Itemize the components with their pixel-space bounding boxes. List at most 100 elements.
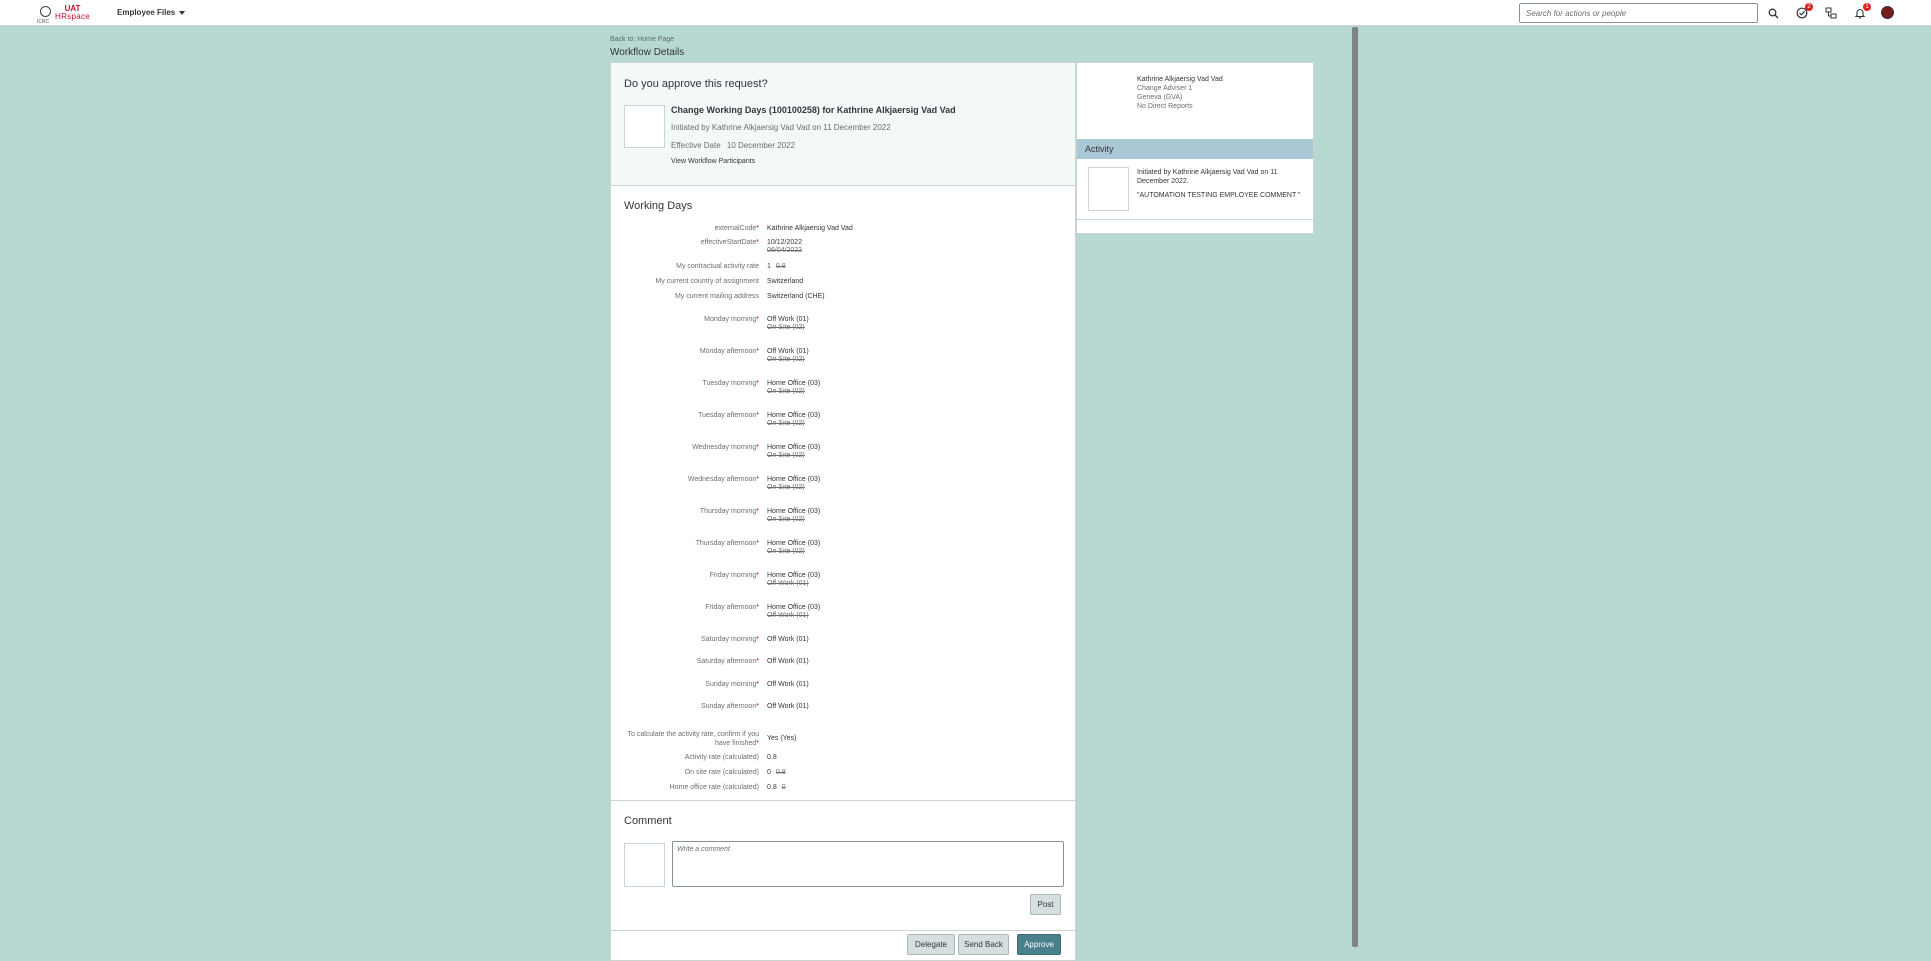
- field-value: 0.8 0: [767, 784, 786, 791]
- logo[interactable]: ICRC UAT HRspace: [37, 4, 90, 25]
- notifications-icon[interactable]: 1: [1853, 3, 1871, 20]
- approve-button[interactable]: Approve: [1017, 934, 1061, 955]
- field-new-value: 0.8: [767, 784, 777, 791]
- required-indicator: *: [756, 703, 759, 710]
- field-label-text: Friday morning: [709, 572, 757, 579]
- delegate-button[interactable]: Delegate: [907, 934, 955, 955]
- field-new-value: Home Office (03): [767, 508, 821, 515]
- field-value: Home Office (03) Off Work (01): [767, 604, 820, 619]
- user-avatar[interactable]: [1881, 6, 1894, 19]
- required-indicator: *: [756, 681, 759, 688]
- field-label-text: To calculate the activity rate, confirm …: [627, 731, 760, 747]
- field-old-value: 0: [781, 784, 786, 791]
- working-days-section: Working Days externalCode* Kathrine Alkja…: [611, 186, 1075, 801]
- request-summary: Do you approve this request? Change Work…: [611, 63, 1075, 186]
- effective-date-label: Effective Date: [671, 141, 721, 150]
- field-value: Switzerland: [767, 278, 803, 285]
- field-label: Thursday morning*: [700, 508, 759, 515]
- field-value: Home Office (03) On Site (02): [767, 380, 820, 395]
- commenter-avatar: [624, 843, 665, 887]
- field-new-value: Home Office (03): [767, 444, 821, 451]
- field-label: Saturday afternoon*: [697, 658, 759, 665]
- field-value: Home Office (03) On Site (02): [767, 412, 820, 427]
- comment-heading: Comment: [624, 815, 672, 827]
- field-new-value: Kathrine Alkjaersig Vad Vad: [767, 225, 853, 232]
- field-new-value: Off Work (01): [767, 703, 809, 710]
- field-label-text: Saturday morning: [701, 636, 757, 643]
- required-indicator: *: [756, 316, 759, 323]
- field-label: Monday morning*: [704, 316, 759, 323]
- field-value: Home Office (03) On Site (02): [767, 476, 820, 491]
- request-thumbnail: [624, 105, 665, 148]
- field-value: Off Work (01) On Site (02): [767, 316, 809, 331]
- effective-date-line: Effective Date 10 December 2022: [671, 141, 795, 150]
- field-label-text: Home office rate (calculated): [669, 784, 759, 791]
- org-chart-icon[interactable]: [1824, 6, 1838, 20]
- brand-logo: UAT HRspace: [55, 5, 90, 21]
- field-label: Monday afternoon*: [700, 348, 759, 355]
- field-label: Friday afternoon*: [705, 604, 759, 611]
- field-label: Sunday afternoon*: [701, 703, 759, 710]
- field-label: Activity rate (calculated): [685, 754, 759, 761]
- required-indicator: *: [756, 225, 759, 232]
- request-initiated: Initiated by Kathrine Alkjaersig Vad Vad…: [671, 123, 891, 132]
- search-input[interactable]: Search for actions or people: [1519, 3, 1758, 23]
- side-panel: Kathrine Alkjaersig Vad Vad Change Advis…: [1076, 62, 1314, 234]
- required-indicator: *: [756, 508, 759, 515]
- field-new-value: Switzerland (CHE): [767, 293, 825, 300]
- breadcrumb[interactable]: Back to: Home Page: [610, 36, 674, 43]
- top-bar: ICRC UAT HRspace Employee Files Search f…: [0, 0, 1931, 26]
- field-label: To calculate the activity rate, confirm …: [619, 730, 760, 748]
- activity-heading: Activity: [1077, 139, 1313, 159]
- post-button[interactable]: Post: [1030, 894, 1061, 915]
- field-label: Home office rate (calculated): [670, 784, 759, 791]
- field-value: Kathrine Alkjaersig Vad Vad: [767, 225, 853, 232]
- field-label-text: Saturday afternoon: [696, 658, 757, 665]
- send-back-button[interactable]: Send Back: [958, 934, 1009, 955]
- view-participants-link[interactable]: View Workflow Participants: [671, 158, 755, 165]
- field-value: 0.8: [767, 754, 777, 761]
- brand-bottom: HRspace: [55, 12, 91, 21]
- field-old-value: 0.8: [775, 769, 786, 776]
- field-old-value: 06/04/2022: [767, 247, 803, 254]
- module-menu[interactable]: Employee Files: [117, 8, 186, 17]
- field-label: Friday morning*: [710, 572, 759, 579]
- field-value: Home Office (03) On Site (02): [767, 508, 820, 523]
- scrollbar[interactable]: [1352, 27, 1358, 947]
- approvals-icon[interactable]: 2: [1795, 3, 1813, 20]
- field-value: Off Work (01): [767, 681, 809, 688]
- field-old-value: Off Work (01): [767, 612, 809, 619]
- field-old-value: On Site (02): [767, 484, 805, 491]
- seal-icon: ICRC: [37, 5, 51, 25]
- field-new-value: Yes (Yes): [767, 735, 797, 742]
- field-label: Thursday afternoon*: [696, 540, 759, 547]
- field-new-value: Off Work (01): [767, 658, 809, 665]
- field-label: Sunday morning*: [705, 681, 759, 688]
- field-label-text: On site rate (calculated): [684, 769, 759, 776]
- comment-textarea[interactable]: Write a comment: [672, 841, 1064, 887]
- notifications-badge: 1: [1863, 3, 1871, 11]
- field-label-text: My current country of assignment: [655, 278, 760, 285]
- caret-down-icon: [179, 10, 186, 15]
- search-icon[interactable]: [1766, 6, 1780, 20]
- field-label-text: effectiveStartDate: [700, 239, 757, 246]
- page-title: Workflow Details: [610, 47, 685, 58]
- field-label-text: Tuesday afternoon: [698, 412, 757, 419]
- seal-text: ICRC: [37, 18, 50, 25]
- field-label-text: Wednesday afternoon: [687, 476, 757, 483]
- person-name[interactable]: Kathrine Alkjaersig Vad Vad: [1137, 76, 1223, 83]
- field-label-text: Sunday morning: [705, 681, 757, 688]
- field-label-text: Thursday afternoon: [695, 540, 757, 547]
- field-new-value: 0.8: [767, 754, 777, 761]
- person-location: Geneva (GVA): [1137, 94, 1183, 101]
- field-label-text: externalCode: [714, 225, 757, 232]
- field-value: 10/12/2022 06/04/2022: [767, 239, 802, 254]
- required-indicator: *: [756, 348, 759, 355]
- field-value: 1 0.8: [767, 263, 786, 270]
- field-label: Tuesday morning*: [702, 380, 759, 387]
- approvals-badge: 2: [1805, 3, 1813, 11]
- field-label: Wednesday morning*: [692, 444, 759, 451]
- required-indicator: *: [756, 380, 759, 387]
- field-value: 0 0.8: [767, 769, 786, 776]
- field-old-value: On Site (02): [767, 516, 805, 523]
